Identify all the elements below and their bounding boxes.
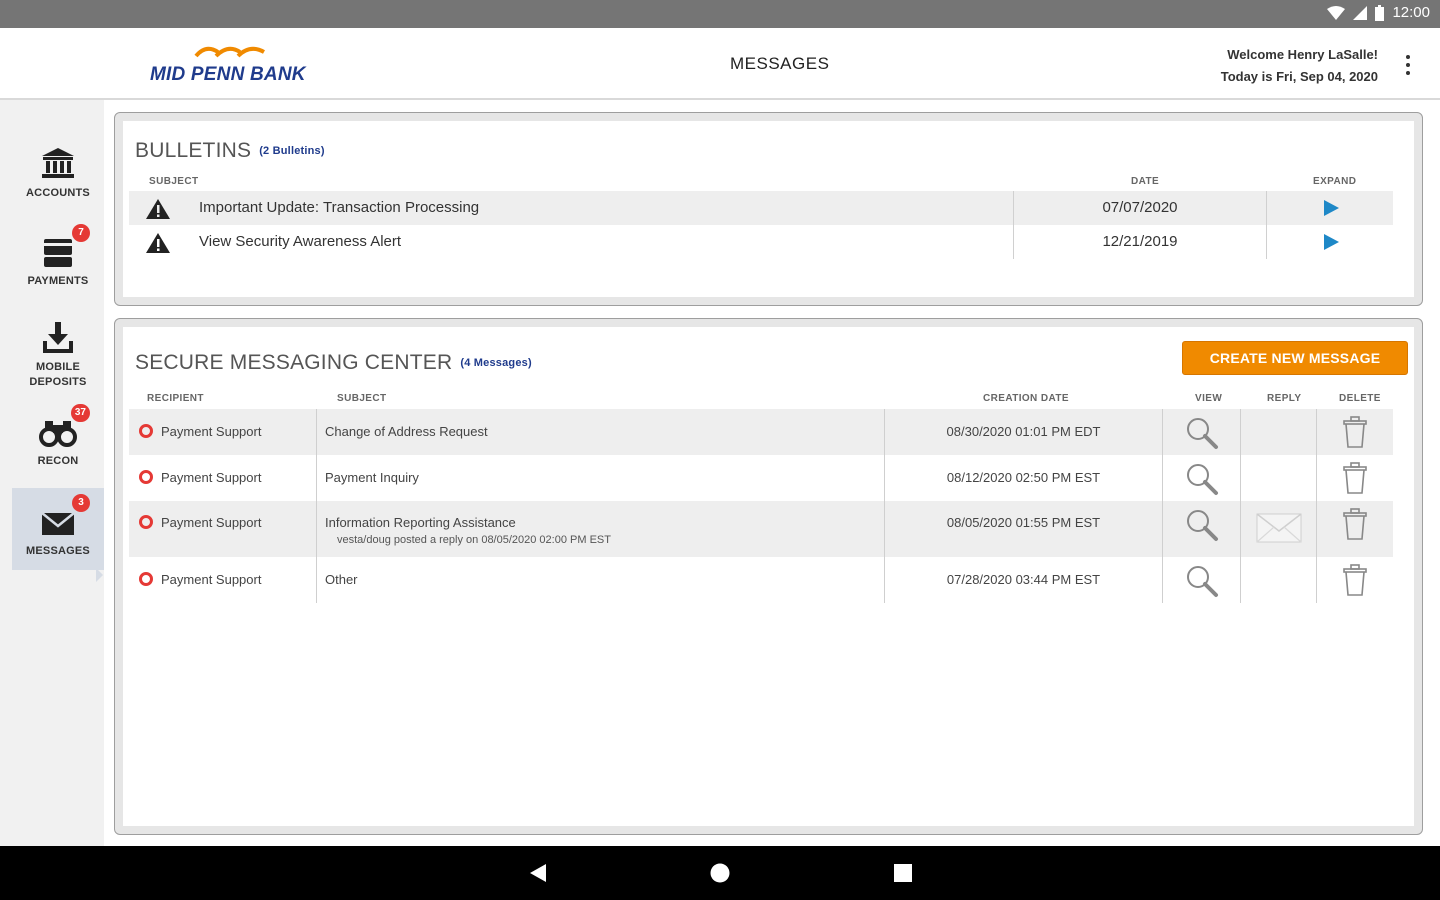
page-title: MESSAGES — [730, 54, 830, 73]
bulletin-row[interactable]: View Security Awareness Alert 12/21/2019 — [129, 225, 1393, 259]
create-new-message-button[interactable]: CREATE NEW MESSAGE — [1182, 341, 1408, 375]
bank-logo[interactable]: MID PENN BANK — [148, 42, 328, 86]
col-subject: SUBJECT — [149, 176, 199, 187]
bulletin-date: 07/07/2020 — [1013, 191, 1267, 225]
logo-text: MID PENN BANK — [150, 64, 306, 85]
today-date: Today is Fri, Sep 04, 2020 — [1220, 69, 1378, 84]
unread-indicator-icon — [139, 515, 153, 529]
sidebar-item-accounts[interactable]: ACCOUNTS — [12, 144, 104, 228]
app-header: MID PENN BANK MESSAGES Welcome Henry LaS… — [0, 28, 1440, 100]
col-creation-date: CREATION DATE — [983, 393, 1069, 404]
message-row[interactable]: Payment Support Payment Inquiry 08/12/20… — [129, 455, 1393, 501]
binoculars-icon: 37 — [38, 404, 90, 452]
message-recipient: Payment Support — [161, 470, 262, 485]
recon-badge: 37 — [70, 404, 90, 422]
sidebar-item-payments[interactable]: 7 PAYMENTS — [12, 224, 104, 316]
expand-arrow-icon[interactable] — [1323, 200, 1339, 216]
expand-arrow-icon[interactable] — [1323, 234, 1339, 250]
back-icon[interactable] — [528, 863, 548, 883]
view-magnifier-icon[interactable] — [1185, 508, 1219, 542]
welcome-text: Welcome Henry LaSalle! — [1227, 47, 1378, 62]
battery-icon — [1375, 4, 1385, 21]
system-status-bar: 12:00 — [0, 0, 1440, 28]
view-magnifier-icon[interactable] — [1185, 416, 1219, 450]
bulletins-panel-body: BULLETINS (2 Bulletins) SUBJECT DATE EXPA… — [123, 121, 1414, 297]
col-view: VIEW — [1195, 393, 1223, 404]
col-expand: EXPAND — [1313, 176, 1357, 187]
message-subject: Change of Address Request — [325, 424, 488, 439]
warning-icon — [146, 199, 170, 219]
message-subject: Information Reporting Assistance — [325, 515, 516, 530]
col-date: DATE — [1131, 176, 1160, 187]
sidebar-item-label: MOBILE DEPOSITS — [29, 361, 87, 388]
message-subject: Payment Inquiry — [325, 470, 419, 485]
deposit-icon — [38, 318, 78, 358]
view-magnifier-icon[interactable] — [1185, 462, 1219, 496]
delete-trash-icon[interactable] — [1342, 507, 1368, 541]
sidebar-item-messages[interactable]: 3 MESSAGES — [12, 488, 104, 570]
home-icon[interactable] — [710, 863, 730, 883]
bulletin-subject: Important Update: Transaction Processing — [199, 199, 480, 216]
bulletin-subject: View Security Awareness Alert — [199, 233, 402, 250]
message-date: 08/12/2020 02:50 PM EST — [946, 470, 1101, 485]
overflow-menu-icon[interactable] — [1400, 52, 1416, 78]
message-row[interactable]: Payment Support Information Reporting As… — [129, 501, 1393, 557]
cell-signal-icon — [1353, 5, 1368, 20]
system-navigation-bar — [0, 846, 1440, 900]
bulletin-row[interactable]: Important Update: Transaction Processing… — [129, 191, 1393, 225]
welcome-block: Welcome Henry LaSalle! Today is Fri, Sep… — [1221, 44, 1378, 88]
logo-swoosh-icon — [194, 46, 265, 58]
col-reply: REPLY — [1267, 393, 1302, 404]
sidebar-item-recon[interactable]: 37 RECON — [12, 404, 104, 496]
warning-icon — [146, 233, 170, 253]
message-subject: Other — [325, 572, 358, 587]
envelope-icon: 3 — [38, 494, 90, 542]
sidebar-item-mobile-deposits[interactable]: MOBILE DEPOSITS — [12, 318, 104, 402]
message-date: 08/30/2020 01:01 PM EDT — [946, 424, 1101, 439]
unread-indicator-icon — [139, 424, 153, 438]
delete-trash-icon[interactable] — [1342, 461, 1368, 495]
payments-badge: 7 — [72, 224, 90, 242]
sidebar-item-label: RECON — [37, 455, 79, 467]
sidebar-item-label: ACCOUNTS — [26, 187, 90, 199]
delete-trash-icon[interactable] — [1342, 415, 1368, 449]
bulletins-count: (2 Bulletins) — [259, 145, 325, 158]
view-magnifier-icon[interactable] — [1185, 564, 1219, 598]
bulletins-title: BULLETINS (2 Bulletins) — [135, 139, 325, 162]
wifi-icon — [1327, 5, 1346, 20]
messaging-panel-body: SECURE MESSAGING CENTER (4 Messages) CREA… — [123, 327, 1414, 826]
clock: 12:00 — [1392, 4, 1430, 21]
message-recipient: Payment Support — [161, 515, 262, 530]
message-row[interactable]: Payment Support Other 07/28/2020 03:44 P… — [129, 557, 1393, 603]
messaging-title: SECURE MESSAGING CENTER (4 Messages) — [135, 351, 532, 374]
active-nav-pointer — [96, 568, 103, 582]
sidebar-item-label: MESSAGES — [26, 545, 90, 557]
col-recipient: RECIPIENT — [147, 393, 204, 404]
message-recipient: Payment Support — [161, 424, 262, 439]
bulletin-date: 12/21/2019 — [1013, 225, 1267, 259]
message-date: 07/28/2020 03:44 PM EST — [946, 572, 1101, 587]
sidebar-item-label: PAYMENTS — [27, 275, 89, 287]
message-reply-note: vesta/doug posted a reply on 08/05/2020 … — [337, 534, 611, 546]
col-delete: DELETE — [1339, 393, 1381, 404]
bulletins-panel: BULLETINS (2 Bulletins) SUBJECT DATE EXPA… — [114, 112, 1423, 306]
overview-icon[interactable] — [893, 863, 913, 883]
delete-trash-icon[interactable] — [1342, 563, 1368, 597]
messaging-count: (4 Messages) — [460, 357, 532, 370]
sidebar-nav: ACCOUNTS 7 PAYMENTS MOBILE DEPOSITS 37 RE… — [0, 100, 104, 846]
unread-indicator-icon — [139, 470, 153, 484]
payments-icon: 7 — [38, 224, 90, 272]
bank-icon — [38, 144, 78, 184]
messages-badge: 3 — [72, 494, 90, 512]
message-row[interactable]: Payment Support Change of Address Reques… — [129, 409, 1393, 455]
messaging-panel: SECURE MESSAGING CENTER (4 Messages) CREA… — [114, 318, 1423, 835]
message-recipient: Payment Support — [161, 572, 262, 587]
message-date: 08/05/2020 01:55 PM EST — [946, 515, 1101, 530]
reply-envelope-icon[interactable] — [1256, 513, 1302, 543]
unread-indicator-icon — [139, 572, 153, 586]
col-subject: SUBJECT — [337, 393, 387, 404]
